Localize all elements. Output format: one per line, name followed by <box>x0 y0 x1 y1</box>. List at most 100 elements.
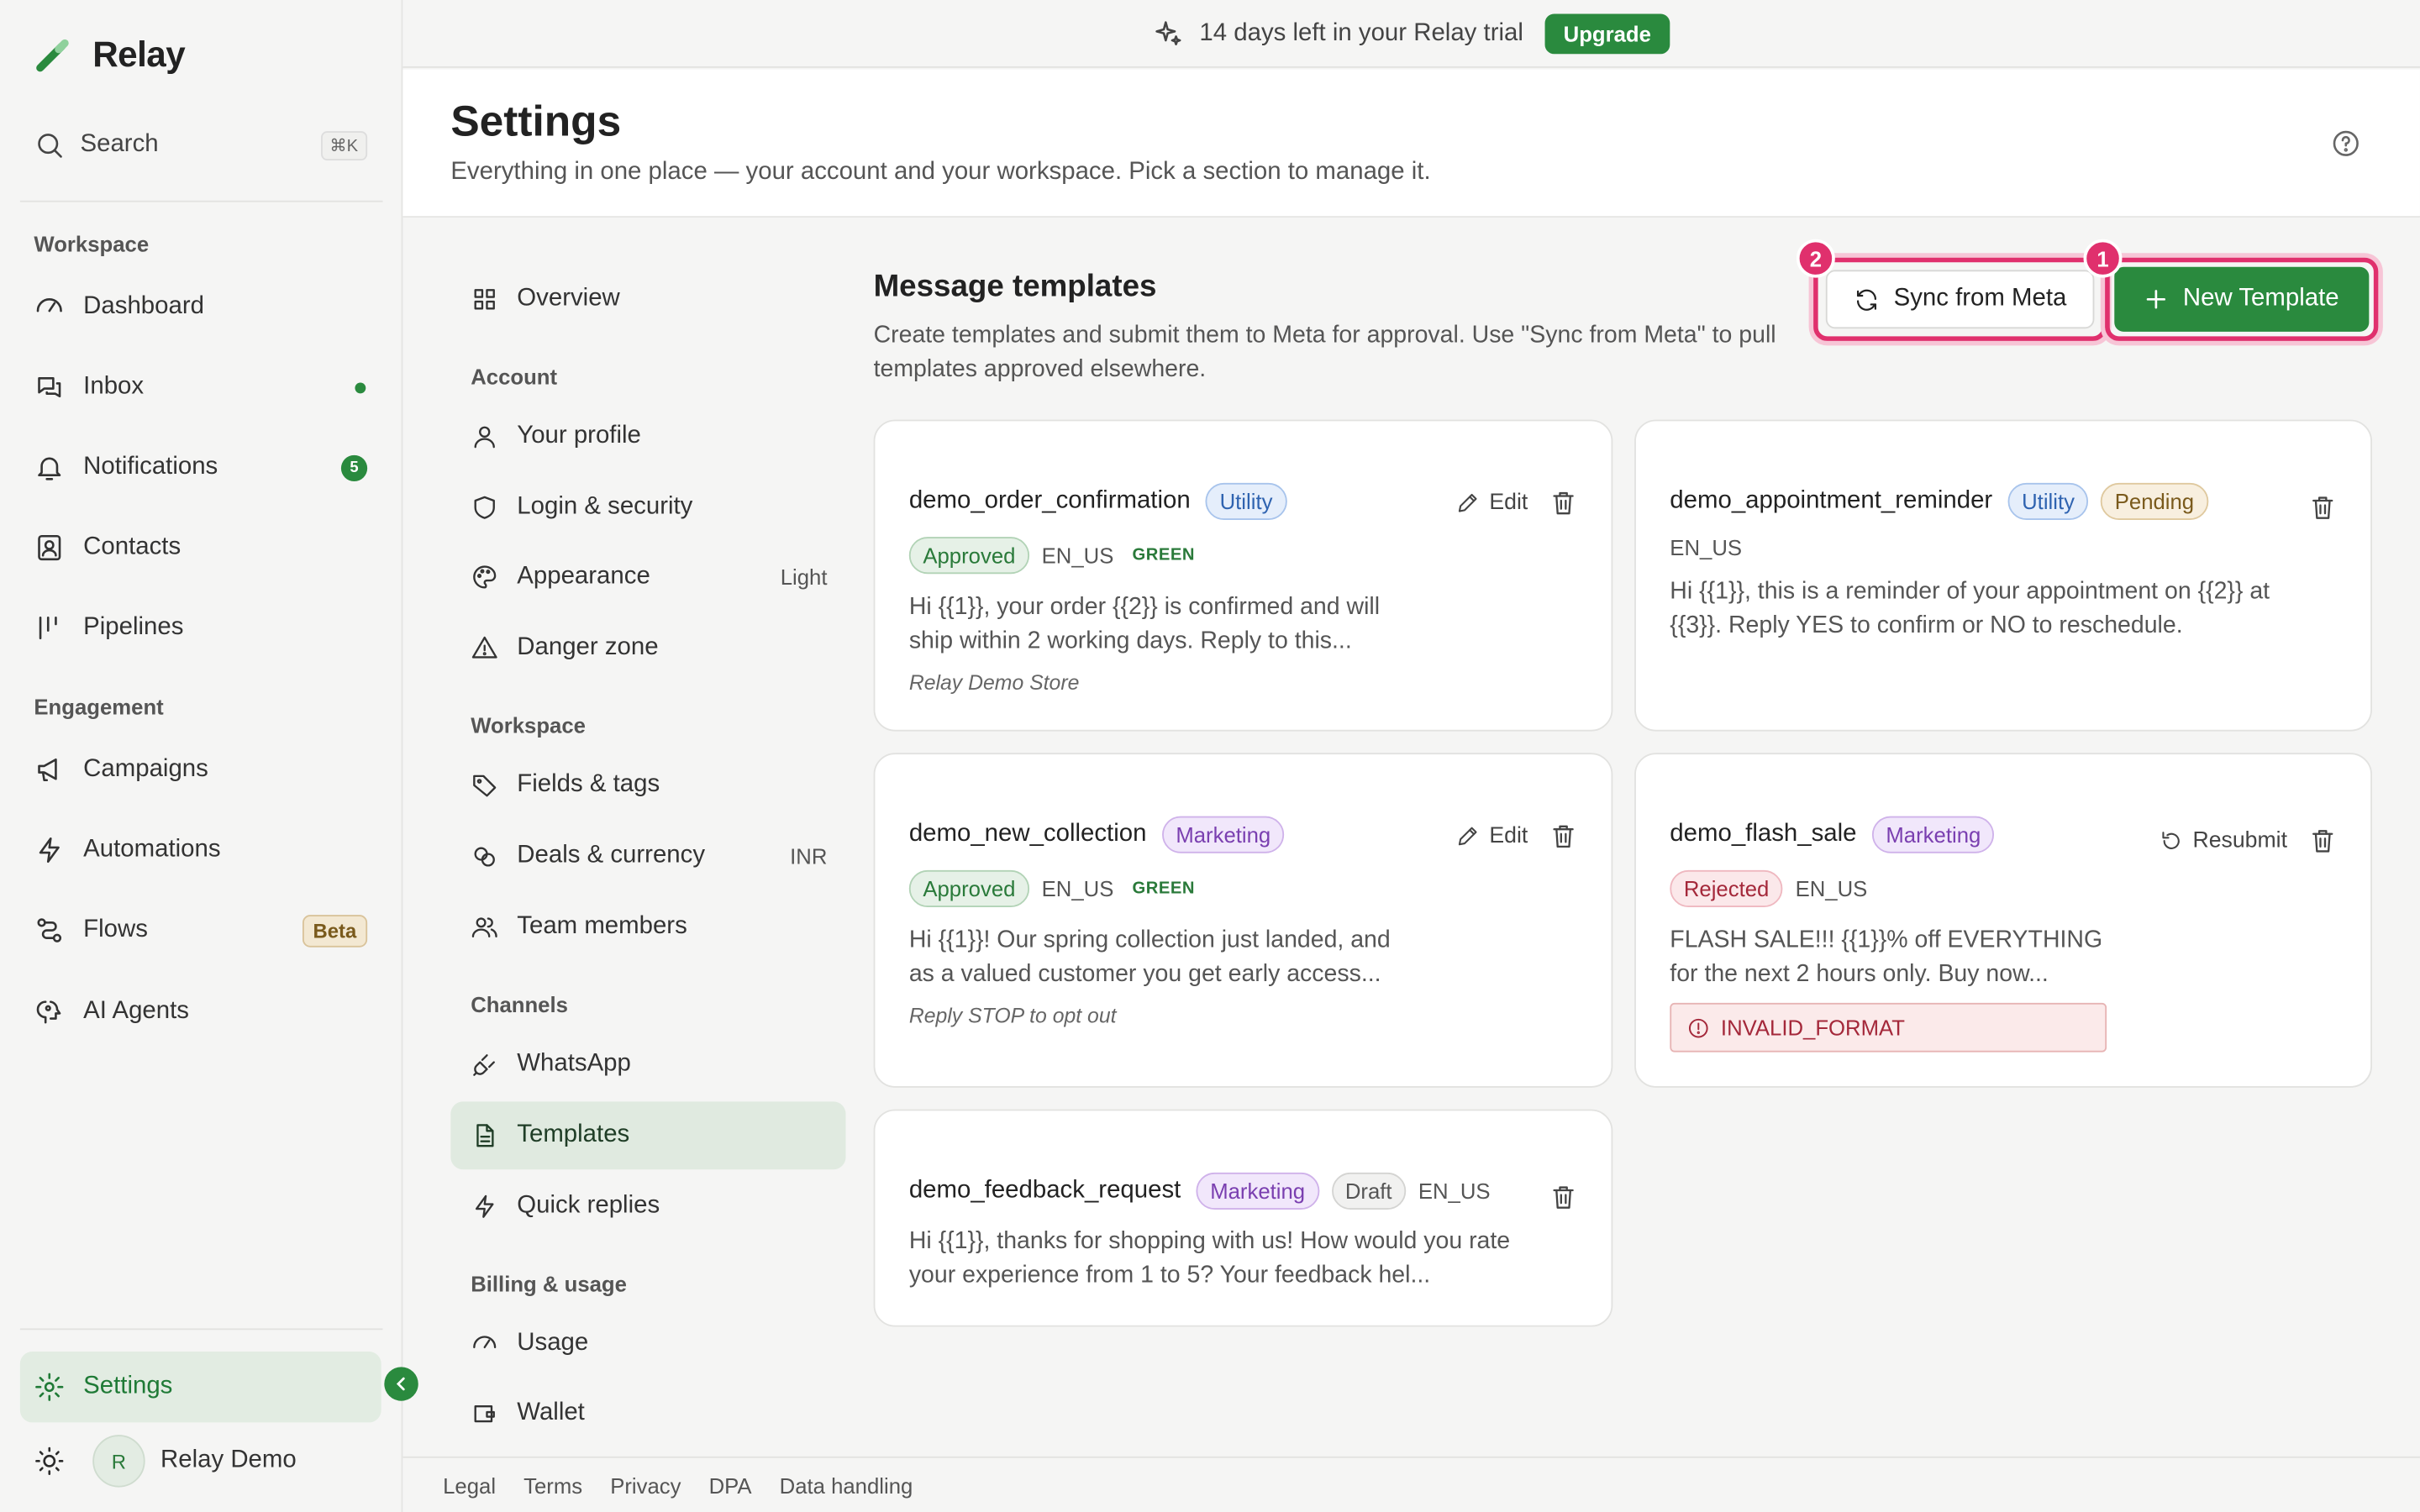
appearance-value: Light <box>780 564 828 590</box>
sidebar-item-automations[interactable]: Automations <box>20 816 381 885</box>
help-button[interactable] <box>2330 128 2361 159</box>
warning-icon <box>471 636 497 659</box>
resubmit-button[interactable]: Resubmit <box>2159 828 2287 853</box>
sidebar-item-dashboard[interactable]: Dashboard <box>20 273 381 341</box>
settings-nav-usage[interactable]: Usage <box>450 1310 845 1378</box>
category-badge: Utility <box>1206 482 1287 520</box>
pencil-icon <box>1458 493 1477 512</box>
edit-button[interactable]: Edit <box>1455 824 1528 848</box>
sidebar-item-pipelines[interactable]: Pipelines <box>20 594 381 662</box>
bell-icon <box>38 457 61 480</box>
delete-button[interactable] <box>1549 1184 1577 1211</box>
template-card[interactable]: demo_new_collection Marketing Edit Appro… <box>873 753 1613 1088</box>
brand-name: Relay <box>92 34 186 75</box>
sidebar-item-campaigns[interactable]: Campaigns <box>20 736 381 804</box>
sidebar-item-contacts[interactable]: Contacts <box>20 514 381 582</box>
sidebar-item-label: Notifications <box>83 453 218 480</box>
template-status-row: EN_US <box>1670 535 1742 559</box>
relay-logo-icon <box>36 38 69 71</box>
sidebar: Relay Search ⌘K Workspace Dashboard Inbo… <box>0 0 403 1512</box>
settings-nav-quick-replies[interactable]: Quick replies <box>450 1173 845 1241</box>
users-icon <box>471 917 497 938</box>
plug-icon <box>473 1054 495 1076</box>
theme-toggle-icon[interactable] <box>34 1446 65 1477</box>
sidebar-item-notifications[interactable]: Notifications 5 <box>20 433 381 501</box>
sidebar-item-ai-agents[interactable]: AI Agents <box>20 978 381 1046</box>
footer-link-legal[interactable]: Legal <box>443 1473 496 1497</box>
settings-nav-fields-tags[interactable]: Fields & tags <box>450 751 845 819</box>
sidebar-item-label: Inbox <box>83 373 145 400</box>
alert-circle-icon <box>1688 1017 1708 1037</box>
currency-value: INR <box>790 843 828 869</box>
template-status-row: Rejected EN_US <box>1670 869 1867 907</box>
status-badge: Approved <box>908 869 1029 907</box>
template-header: demo_feedback_request Marketing Draft EN… <box>909 1172 1491 1210</box>
sidebar-section-workspace: Workspace <box>34 231 150 256</box>
upgrade-button[interactable]: Upgrade <box>1544 13 1670 54</box>
template-card[interactable]: demo_feedback_request Marketing Draft EN… <box>873 1109 1613 1327</box>
template-card[interactable]: demo_order_confirmation Utility Edit App… <box>873 419 1613 732</box>
settings-nav-appearance[interactable]: Appearance Light <box>450 543 845 612</box>
page-title: Settings <box>450 97 622 145</box>
edit-button[interactable]: Edit <box>1455 491 1528 515</box>
settings-nav-deals-currency[interactable]: Deals & currency INR <box>450 822 845 890</box>
footer-link-terms[interactable]: Terms <box>523 1473 582 1497</box>
search-label: Search <box>80 131 159 158</box>
category-badge: Marketing <box>1196 1172 1319 1210</box>
search-button[interactable]: Search ⌘K <box>34 123 368 166</box>
settings-nav-label: Danger zone <box>517 633 659 661</box>
sync-highlight: Sync from Meta <box>1813 257 2107 341</box>
annotation-marker-1: 1 <box>2083 239 2123 278</box>
settings-nav-overview[interactable]: Overview <box>450 265 845 333</box>
template-body: FLASH SALE!!! {{1}}% off EVERYTHING for … <box>1670 927 2103 988</box>
template-name: demo_flash_sale <box>1670 821 1857 848</box>
sidebar-item-label: Flows <box>83 916 148 943</box>
footer-link-data-handling[interactable]: Data handling <box>780 1473 913 1497</box>
delete-button[interactable] <box>2309 494 2337 522</box>
pipelines-icon <box>39 616 57 640</box>
delete-button[interactable] <box>2309 827 2337 854</box>
trash-icon <box>1553 491 1574 515</box>
sidebar-item-flows[interactable]: Flows Beta <box>20 896 381 964</box>
footer-link-privacy[interactable]: Privacy <box>610 1473 681 1497</box>
bolt-icon <box>475 1194 494 1218</box>
new-template-button[interactable]: New Template <box>2114 266 2370 332</box>
sidebar-item-settings[interactable]: Settings <box>19 1351 381 1423</box>
coins-icon <box>474 847 495 867</box>
sync-from-meta-button[interactable]: Sync from Meta <box>1825 270 2095 329</box>
status-badge: Pending <box>2101 482 2208 520</box>
settings-nav-label: Usage <box>517 1330 589 1357</box>
annotation-marker-2: 2 <box>1796 239 1835 278</box>
delete-button[interactable] <box>1549 489 1577 517</box>
tag-icon <box>473 774 497 797</box>
template-actions: Edit <box>1455 489 1577 517</box>
template-card[interactable]: demo_appointment_reminder Utility Pendin… <box>1634 419 2373 732</box>
settings-nav-danger-zone[interactable]: Danger zone <box>450 614 845 682</box>
settings-nav-your-profile[interactable]: Your profile <box>450 402 845 470</box>
settings-nav-team-members[interactable]: Team members <box>450 893 845 961</box>
brand[interactable]: Relay <box>34 34 186 76</box>
settings-nav-login-security[interactable]: Login & security <box>450 474 845 542</box>
flows-icon <box>37 918 62 942</box>
status-badge: Draft <box>1331 1172 1407 1210</box>
plus-icon <box>2147 290 2166 309</box>
settings-nav-templates[interactable]: Templates <box>450 1101 846 1170</box>
template-name: demo_new_collection <box>908 821 1147 848</box>
template-card[interactable]: demo_flash_sale Marketing Resubmit Rejec… <box>1634 753 2373 1088</box>
delete-button[interactable] <box>1549 822 1577 850</box>
template-name: demo_order_confirmation <box>908 487 1191 514</box>
collapse-sidebar-button[interactable] <box>384 1367 418 1401</box>
sidebar-item-inbox[interactable]: Inbox <box>20 354 381 422</box>
edit-label: Edit <box>1489 491 1528 516</box>
footer-link-dpa[interactable]: DPA <box>709 1473 752 1497</box>
user-menu[interactable]: R Relay Demo <box>34 1435 297 1488</box>
unread-dot <box>355 381 366 393</box>
user-icon <box>474 426 495 449</box>
template-actions: Edit <box>1455 822 1577 850</box>
template-body: Hi {{1}}, thanks for shopping with us! H… <box>908 1228 1511 1289</box>
user-name: Relay Demo <box>160 1446 297 1474</box>
trash-icon <box>2312 496 2333 519</box>
settings-nav-wallet[interactable]: Wallet <box>450 1379 845 1447</box>
settings-nav-whatsapp[interactable]: WhatsApp <box>450 1031 845 1099</box>
settings-nav-label: WhatsApp <box>517 1050 631 1078</box>
